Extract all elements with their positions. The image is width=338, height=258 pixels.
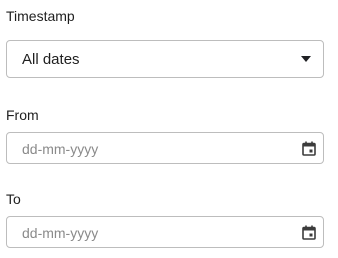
to-label: To: [6, 191, 21, 207]
chevron-down-icon: [301, 56, 311, 62]
to-date-placeholder: dd-mm-yyyy: [22, 225, 99, 241]
calendar-icon[interactable]: [302, 225, 316, 240]
timestamp-select-value: All dates: [22, 51, 80, 68]
timestamp-select[interactable]: All dates: [6, 40, 324, 78]
timestamp-label: Timestamp: [6, 8, 75, 24]
to-date-field[interactable]: dd-mm-yyyy: [6, 216, 324, 248]
from-label: From: [6, 107, 39, 123]
from-date-placeholder: dd-mm-yyyy: [22, 141, 99, 157]
from-date-field[interactable]: dd-mm-yyyy: [6, 132, 324, 164]
calendar-icon[interactable]: [302, 141, 316, 156]
